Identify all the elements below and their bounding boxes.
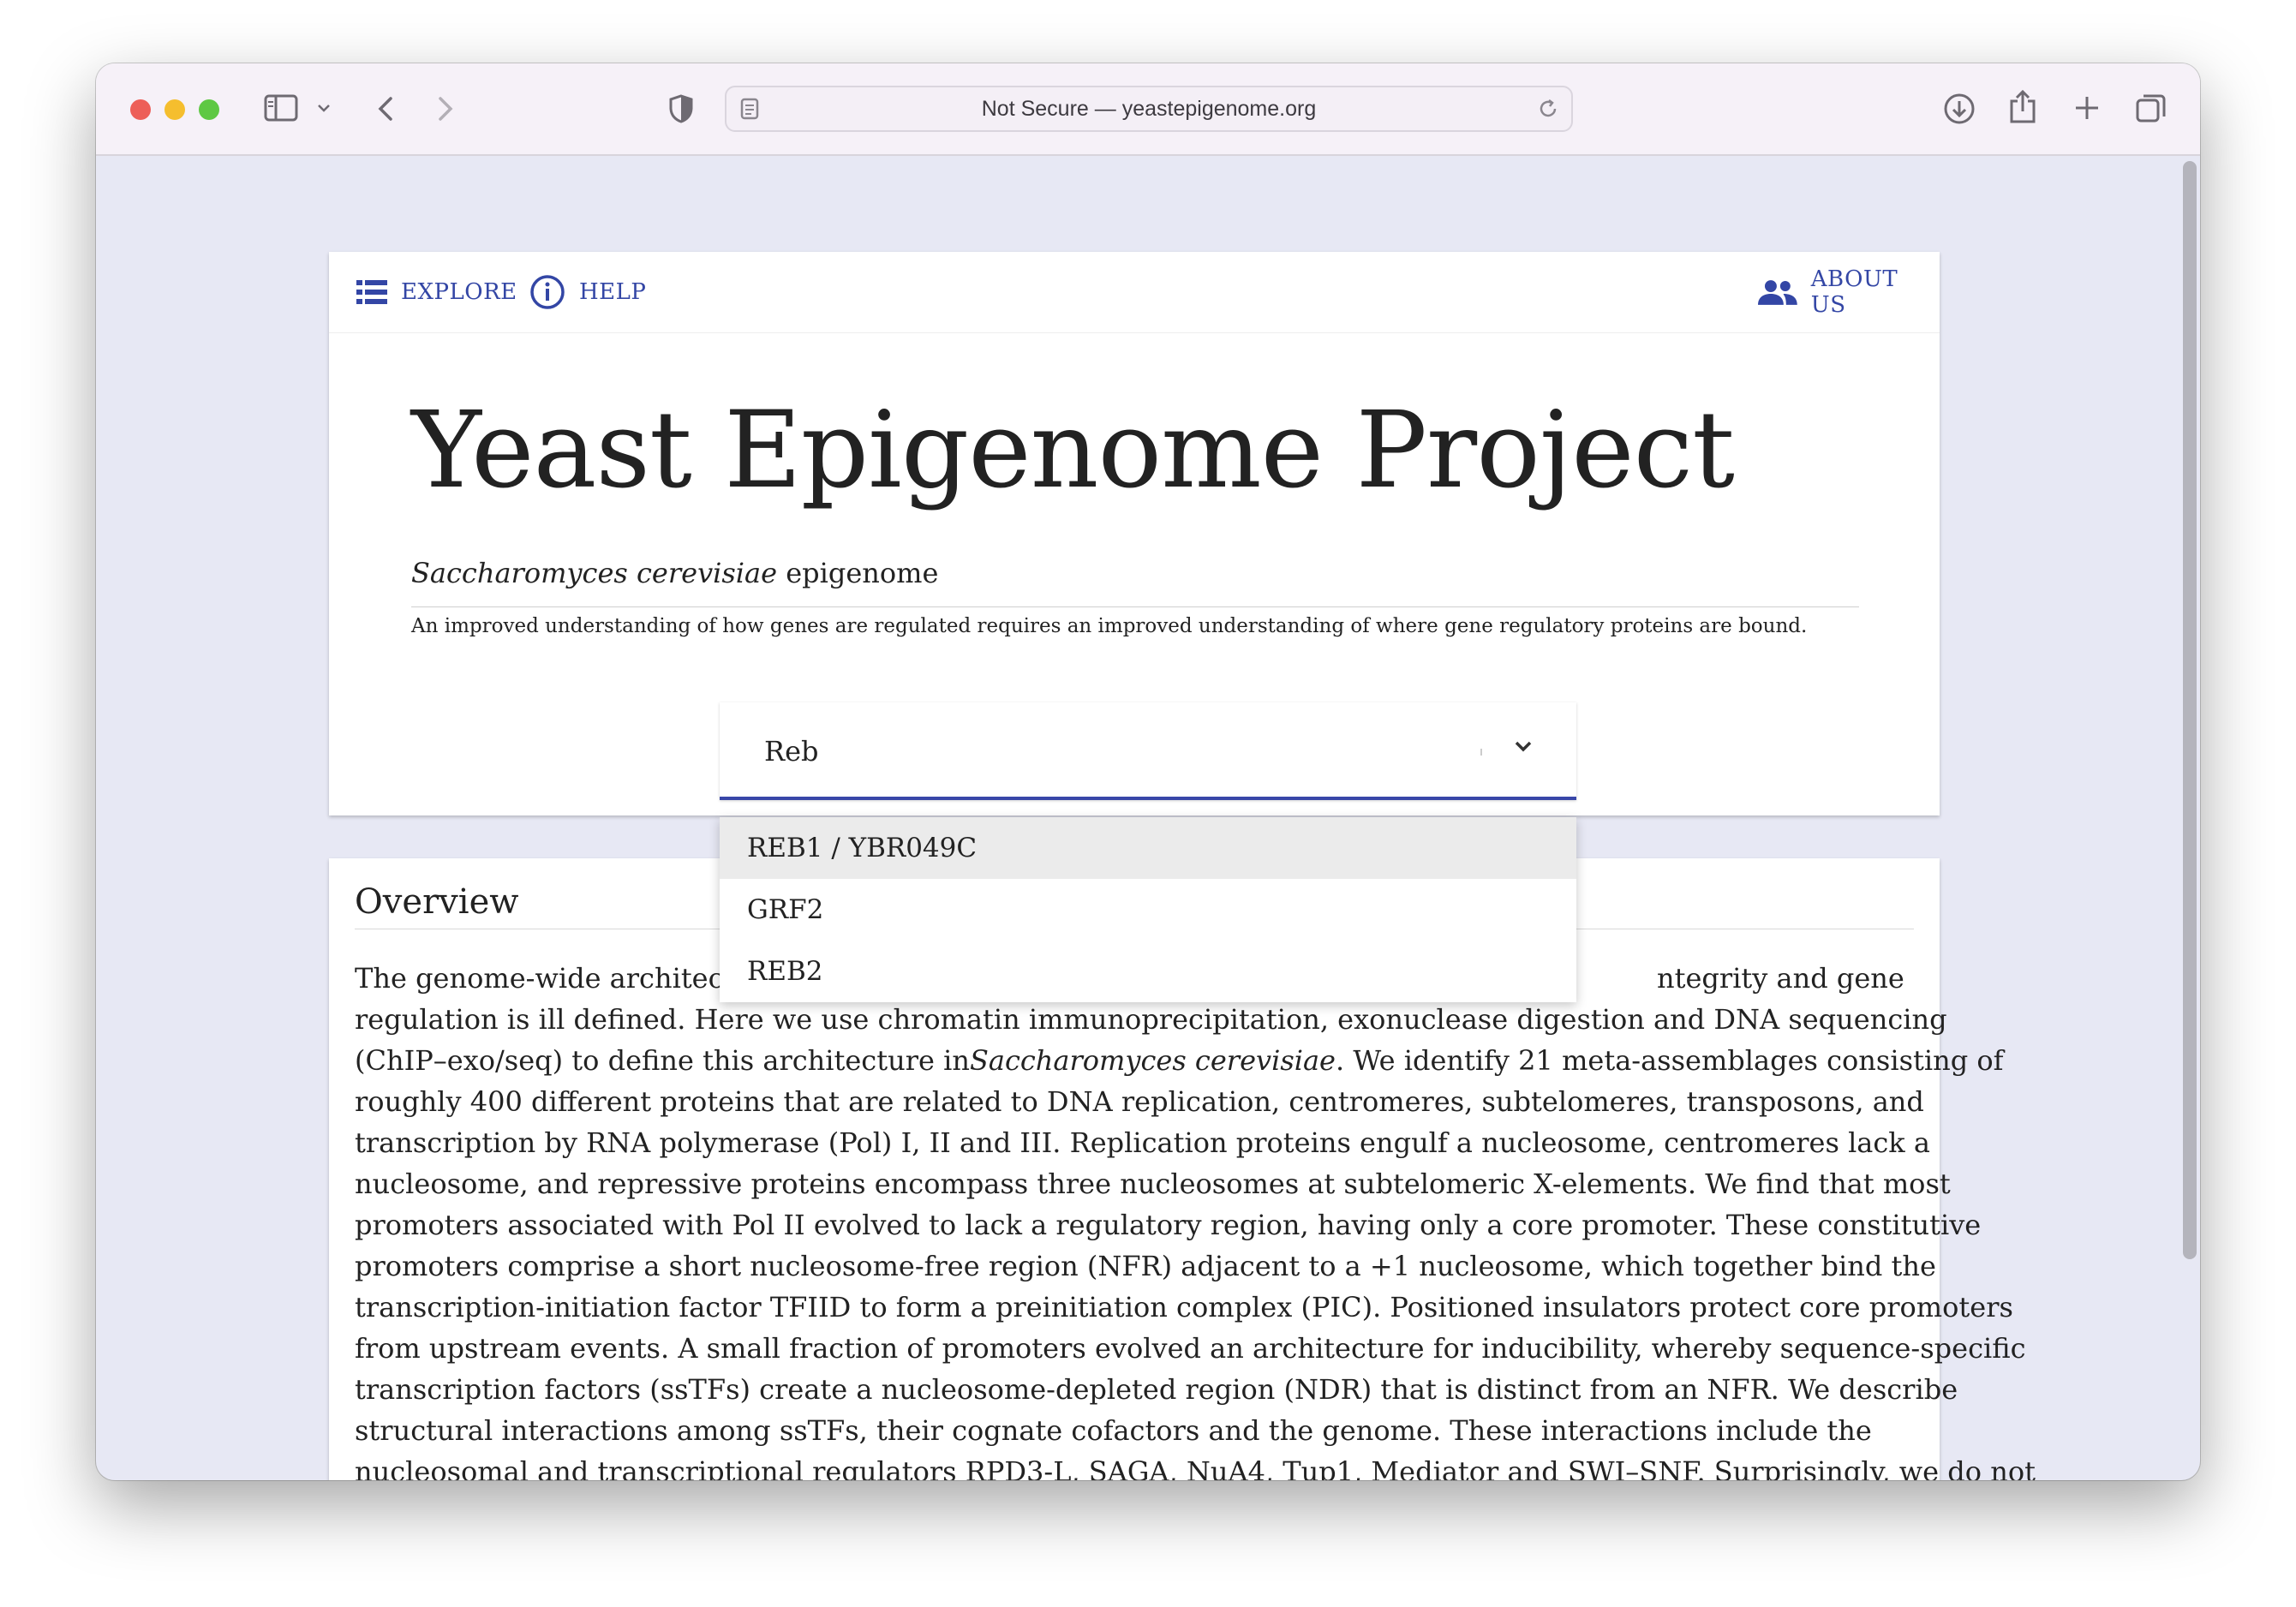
search-dropdown-menu: REB1 / YBR049C GRF2 REB2 xyxy=(720,817,1576,1002)
close-window-button[interactable] xyxy=(130,99,151,120)
tab-overview-icon[interactable] xyxy=(2135,93,2167,125)
scrollbar[interactable] xyxy=(2179,154,2200,1480)
page-title: Yeast Epigenome Project xyxy=(411,389,1735,512)
forward-icon[interactable] xyxy=(437,96,454,122)
protein-search-select[interactable]: Reb xyxy=(720,702,1576,800)
sidebar-toggle-icon[interactable] xyxy=(264,94,298,122)
browser-toolbar: Not Secure — yeastepigenome.org xyxy=(96,63,2200,156)
overview-line: from upstream events. A small fraction o… xyxy=(355,1332,2026,1365)
back-icon[interactable] xyxy=(377,96,394,122)
list-icon xyxy=(356,280,387,304)
reload-icon[interactable] xyxy=(1537,98,1559,120)
search-input[interactable]: Reb xyxy=(764,702,819,800)
dropdown-option[interactable]: REB1 / YBR049C xyxy=(720,817,1576,879)
overview-paragraph: The genome-wide architectu ntegrity and g… xyxy=(355,958,2036,1480)
overview-line: promoters comprise a short nucleosome-fr… xyxy=(355,1250,1936,1282)
overview-line: transcription by RNA polymerase (Pol) I,… xyxy=(355,1126,1930,1159)
nav-explore-label: EXPLORE xyxy=(401,279,517,305)
address-bar[interactable]: Not Secure — yeastepigenome.org xyxy=(725,86,1573,132)
overview-line: transcription factors (ssTFs) create a n… xyxy=(355,1373,1958,1406)
tagline: An improved understanding of how genes a… xyxy=(411,615,1808,637)
select-separator xyxy=(1480,749,1482,756)
share-icon[interactable] xyxy=(2008,89,2037,125)
chevron-down-icon[interactable] xyxy=(317,103,331,113)
overview-line: transcription-initiation factor TFIID to… xyxy=(355,1291,2013,1323)
privacy-shield-icon[interactable] xyxy=(668,94,694,123)
overview-line: promoters associated with Pol II evolved… xyxy=(355,1209,1982,1241)
top-nav: EXPLORE HELP ABOUT US xyxy=(329,252,1940,333)
subtitle-species: Saccharomyces cerevisiae xyxy=(411,557,778,589)
zoom-window-button[interactable] xyxy=(199,99,219,120)
divider xyxy=(411,606,1859,607)
overview-line: regulation is ill defined. Here we use c… xyxy=(355,1003,1947,1036)
url-text: Not Secure — yeastepigenome.org xyxy=(981,97,1317,121)
dropdown-option[interactable]: REB2 xyxy=(720,941,1576,1002)
people-icon xyxy=(1758,280,1797,305)
scrollbar-thumb[interactable] xyxy=(2183,161,2197,1259)
subtitle: Saccharomyces cerevisiae epigenome xyxy=(411,557,938,589)
overview-heading: Overview xyxy=(355,882,519,922)
nav-explore-link[interactable]: EXPLORE xyxy=(356,252,517,332)
nav-about-label: ABOUT US xyxy=(1810,266,1898,318)
info-icon xyxy=(530,275,565,309)
overview-line: roughly 400 different proteins that are … xyxy=(355,1085,1924,1118)
nav-about-link[interactable]: ABOUT US xyxy=(1758,252,1940,332)
downloads-icon[interactable] xyxy=(1943,93,1976,125)
minimize-window-button[interactable] xyxy=(164,99,185,120)
overview-line: structural interactions among ssTFs, the… xyxy=(355,1414,1872,1447)
header-card: EXPLORE HELP ABOUT US Yeast Epigenome Pr… xyxy=(329,252,1940,815)
nav-help-label: HELP xyxy=(579,279,647,305)
new-tab-icon[interactable] xyxy=(2073,94,2101,122)
subtitle-rest: epigenome xyxy=(777,557,939,589)
chevron-down-icon[interactable] xyxy=(1510,733,1537,764)
overview-line: (ChIP–exo/seq) to define this architectu… xyxy=(355,1044,2004,1077)
overview-line: nucleosomal and transcriptional regulato… xyxy=(355,1455,2036,1480)
browser-window: Not Secure — yeastepigenome.org EXPLORE xyxy=(96,63,2200,1480)
nav-help-link[interactable]: HELP xyxy=(529,252,646,332)
overview-line: nucleosome, and repressive proteins enco… xyxy=(355,1168,1951,1200)
dropdown-option[interactable]: GRF2 xyxy=(720,879,1576,941)
page-viewport[interactable]: EXPLORE HELP ABOUT US Yeast Epigenome Pr… xyxy=(96,154,2200,1480)
